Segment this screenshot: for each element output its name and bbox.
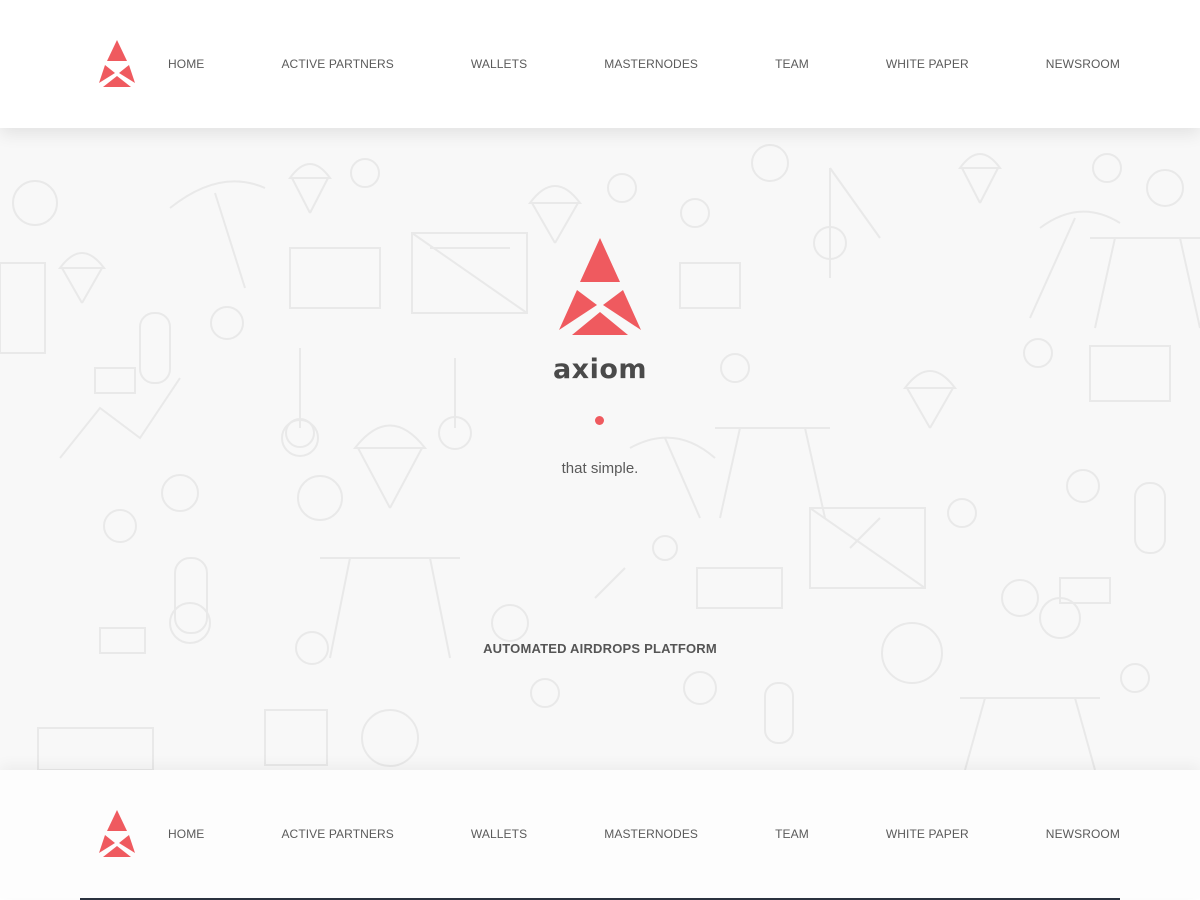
nav-team[interactable]: TEAM (775, 57, 809, 71)
axiom-hero-logo-icon (559, 238, 641, 335)
main-nav: HOME ACTIVE PARTNERS WALLETS MASTERNODES… (168, 57, 1120, 71)
accent-dot (595, 416, 604, 425)
footer-nav-newsroom[interactable]: NEWSROOM (1046, 827, 1120, 841)
top-navbar: HOME ACTIVE PARTNERS WALLETS MASTERNODES… (0, 0, 1200, 128)
axiom-logo-icon[interactable] (96, 40, 138, 88)
nav-wallets[interactable]: WALLETS (471, 57, 527, 71)
footer-nav: HOME ACTIVE PARTNERS WALLETS MASTERNODES… (168, 827, 1120, 841)
nav-newsroom[interactable]: NEWSROOM (1046, 57, 1120, 71)
axiom-logo-icon[interactable] (96, 810, 138, 858)
footer-nav-wallets[interactable]: WALLETS (471, 827, 527, 841)
nav-home[interactable]: HOME (168, 57, 204, 71)
footer-navbar: HOME ACTIVE PARTNERS WALLETS MASTERNODES… (0, 770, 1200, 898)
background-pattern (0, 144, 1200, 770)
brand-name: axiom (552, 354, 648, 385)
hero-section: axiom that simple. AUTOMATED AIRDROPS PL… (0, 128, 1200, 770)
nav-masternodes[interactable]: MASTERNODES (604, 57, 698, 71)
footer-nav-home[interactable]: HOME (168, 827, 204, 841)
nav-active-partners[interactable]: ACTIVE PARTNERS (281, 57, 393, 71)
footer-nav-white-paper[interactable]: WHITE PAPER (886, 827, 969, 841)
nav-white-paper[interactable]: WHITE PAPER (886, 57, 969, 71)
hero-tagline: that simple. (561, 460, 639, 477)
hero-subtitle: AUTOMATED AIRDROPS PLATFORM (483, 641, 717, 656)
footer-nav-masternodes[interactable]: MASTERNODES (604, 827, 698, 841)
footer-nav-active-partners[interactable]: ACTIVE PARTNERS (281, 827, 393, 841)
footer-nav-team[interactable]: TEAM (775, 827, 809, 841)
